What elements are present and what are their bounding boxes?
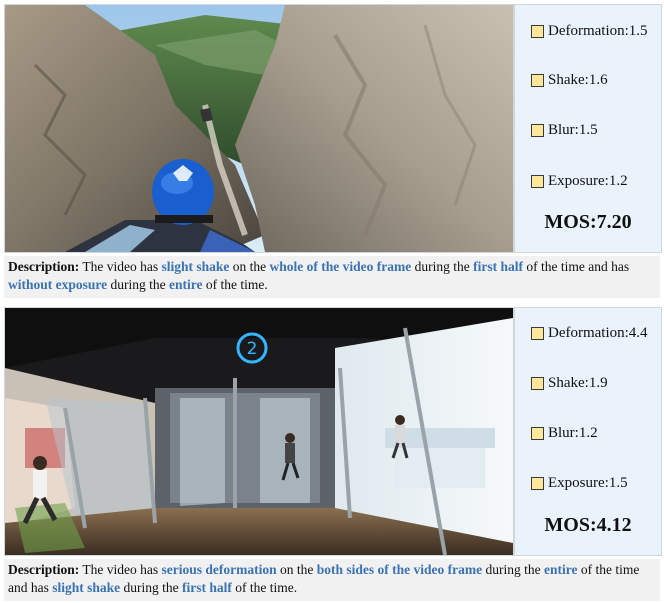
description-text: during the	[120, 580, 183, 595]
description-text: The video has	[79, 562, 162, 577]
deformation-score: Deformation:4.4	[531, 325, 648, 342]
exposure-score: Exposure:1.2	[531, 173, 628, 190]
mountain-scene-image	[5, 5, 513, 252]
blur-score-label: Blur:1.2	[548, 425, 598, 441]
description-label: Description:	[8, 259, 80, 274]
description-text: during the	[411, 259, 474, 274]
description-text: The video has	[79, 259, 162, 274]
score-panel: Deformation:4.4 Shake:1.9 Blur:1.2 Expos…	[514, 307, 662, 556]
description-text: during the	[107, 277, 170, 292]
description-box: Description: The video has slight shake …	[4, 256, 660, 298]
exposure-score-label: Exposure:1.5	[548, 475, 628, 491]
description-highlight: without exposure	[8, 277, 108, 292]
description-highlight: slight shake	[161, 259, 230, 274]
shake-score-label: Shake:1.9	[548, 375, 608, 391]
checkbox-icon	[531, 74, 544, 87]
video-frame-mountain	[4, 4, 514, 253]
description-text: of the time.	[202, 277, 268, 292]
video-frame-mall: 2	[4, 307, 514, 556]
checkbox-icon	[531, 377, 544, 390]
sign-number: 2	[247, 339, 258, 359]
deformation-score: Deformation:1.5	[531, 23, 648, 40]
checkbox-icon	[531, 427, 544, 440]
mos-score: MOS:7.20	[544, 211, 632, 233]
description-highlight: both sides of the video frame	[316, 562, 483, 577]
checkbox-icon	[531, 327, 544, 340]
shake-score: Shake:1.9	[531, 375, 608, 392]
description-text: on the	[276, 562, 317, 577]
description-highlight: first half	[182, 580, 232, 595]
blur-score-label: Blur:1.5	[548, 122, 598, 138]
description-box: Description: The video has serious defor…	[4, 559, 660, 601]
checkbox-icon	[531, 477, 544, 490]
description-text: of the time and has	[522, 259, 630, 274]
description-text: during the	[482, 562, 544, 577]
exposure-score-label: Exposure:1.2	[548, 173, 628, 189]
deformation-score-label: Deformation:4.4	[548, 325, 648, 341]
shake-score: Shake:1.6	[531, 72, 608, 89]
deformation-score-label: Deformation:1.5	[548, 23, 648, 39]
description-label: Description:	[8, 562, 80, 577]
description-highlight: serious deformation	[161, 562, 277, 577]
sample-panel-2: 2 Deformation:4.4 Shake:1.9 Blur:1.2 Exp…	[4, 307, 662, 601]
description-highlight: slight shake	[52, 580, 121, 595]
description-highlight: entire	[543, 562, 578, 577]
mall-entrance-image: 2	[5, 308, 513, 555]
description-highlight: first half	[473, 259, 523, 274]
description-text: of the time.	[231, 580, 298, 595]
shake-score-label: Shake:1.6	[548, 72, 608, 88]
mos-score: MOS:4.12	[544, 514, 632, 536]
checkbox-icon	[531, 25, 544, 38]
description-highlight: whole of the video frame	[269, 259, 412, 274]
checkbox-icon	[531, 175, 544, 188]
checkbox-icon	[531, 124, 544, 137]
blur-score: Blur:1.5	[531, 122, 598, 139]
blur-score: Blur:1.2	[531, 425, 598, 442]
sample-panel-1: Deformation:1.5 Shake:1.6 Blur:1.5 Expos…	[4, 4, 662, 298]
exposure-score: Exposure:1.5	[531, 475, 628, 492]
score-panel: Deformation:1.5 Shake:1.6 Blur:1.5 Expos…	[514, 4, 662, 253]
description-text: on the	[229, 259, 270, 274]
description-highlight: entire	[169, 277, 203, 292]
